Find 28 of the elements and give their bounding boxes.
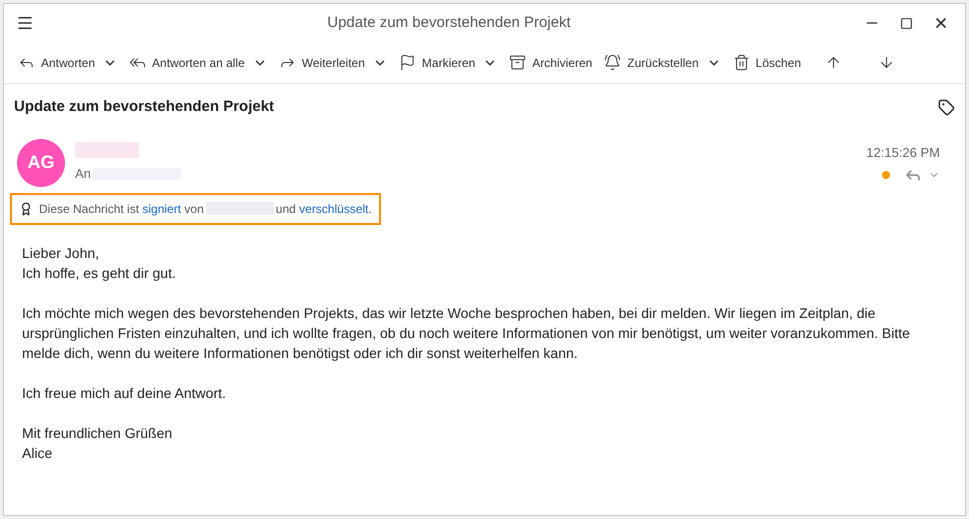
toolbar-button[interactable]: Archivieren: [509, 54, 592, 72]
body-paragraph: Lieber John, Ich hoffe, es geht dir gut.: [22, 244, 177, 282]
body-paragraph: Ich möchte mich wegen des bevorstehenden Projekts, das wir letzte Woche besprochen haben, bei dir melden. Wir liegen im Zeitplan, die ursprünglichen Fristen einzuhalten, und ich wollte fragen, ob du noch weitere Informationen von mir benötigst, um weiter voranzukommen. Bitte melde dich, wenn du weitere Informationen benötigst oder ich dir sonst weiterhelfen kann.: [22, 304, 911, 362]
close-icon[interactable]: [933, 15, 949, 31]
toolbar-button[interactable]: Löschen: [732, 54, 802, 72]
maximize-icon[interactable]: [900, 16, 913, 30]
signed-link[interactable]: signiert: [142, 200, 182, 218]
bell-icon: [604, 54, 622, 71]
avatar: AG: [17, 138, 65, 186]
encrypted-link[interactable]: verschlüsselt: [299, 200, 368, 218]
flag-icon: [398, 54, 416, 71]
menu-icon[interactable]: [16, 14, 34, 32]
toolbar-button[interactable]: Zurückstellen: [604, 54, 699, 72]
toolbar-button[interactable]: Antworten: [18, 54, 96, 72]
toolbar-button[interactable]: Markieren: [398, 54, 476, 72]
archive-icon: [509, 54, 526, 71]
trash-icon: [732, 54, 750, 71]
body-paragraph: Mit freundlichen Grüßen Alice: [22, 424, 174, 462]
redacted-sender: [75, 142, 139, 158]
toolbar-button[interactable]: Weiterleiten: [278, 54, 365, 72]
recipient-label: An: [75, 164, 91, 183]
message-subject: Update zum bevorstehenden Projekt: [14, 97, 274, 117]
window-title: Update zum bevorstehenden Projekt: [327, 12, 571, 33]
toolbar-button[interactable]: Antworten an alle: [129, 54, 245, 72]
body-paragraph: Ich freue mich auf deine Antwort.: [22, 384, 227, 402]
message-time: 12:15:26 PM: [866, 144, 940, 162]
security-notice: Diese Nachricht ist signiert von und verschlüsselt.: [39, 200, 372, 218]
award-icon: [19, 202, 33, 216]
